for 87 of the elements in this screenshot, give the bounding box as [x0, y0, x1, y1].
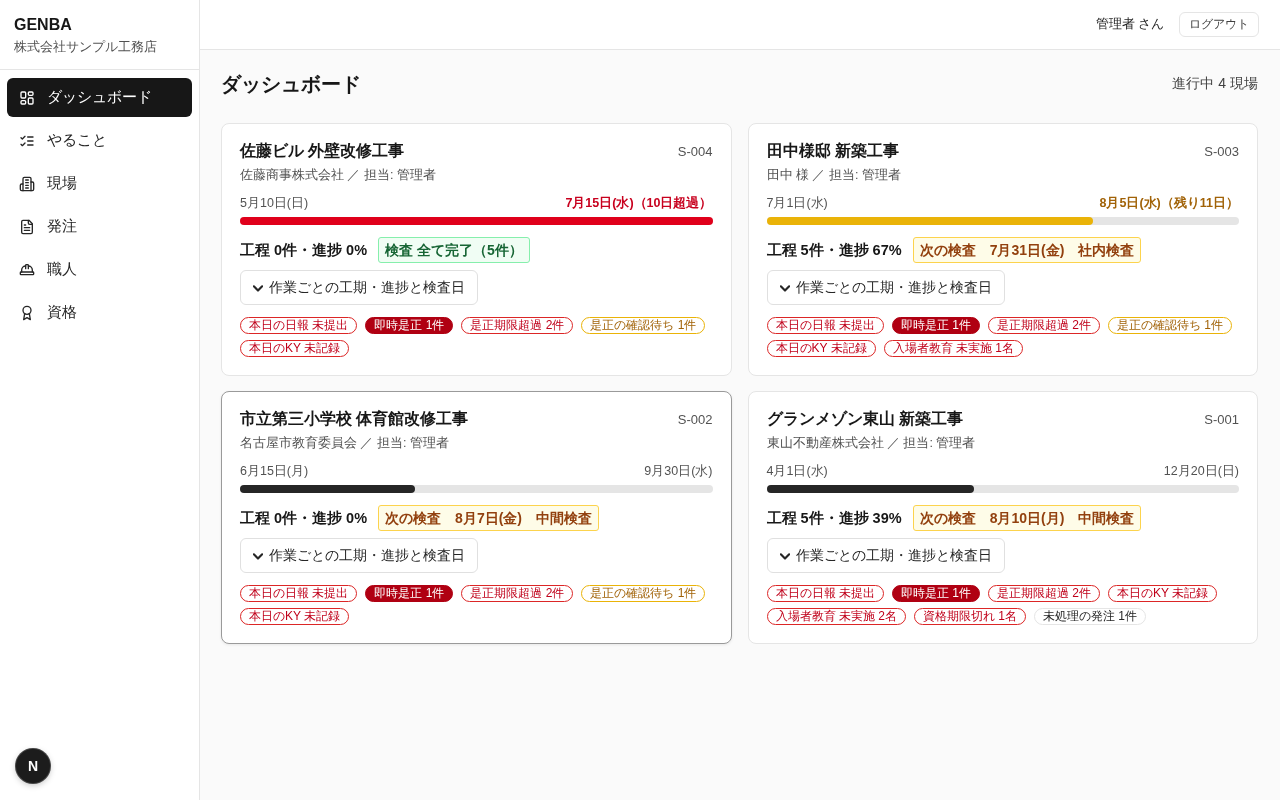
alert-tag: 是正期限超過 2件 [461, 317, 574, 334]
details-toggle[interactable]: 作業ごとの工期・進捗と検査日 [766, 270, 1005, 305]
client-line: 佐藤商事株式会社 ／ 担当: 管理者 [240, 167, 437, 184]
alert-tag: 是正の確認待ち 1件 [581, 317, 706, 334]
alert-tag: 是正の確認待ち 1件 [581, 585, 706, 602]
nav-label: ダッシュボード [47, 88, 152, 107]
alert-tag: 是正期限超過 2件 [987, 317, 1100, 334]
hard-hat-icon [19, 261, 35, 278]
alert-tag: 本日のKY 未記録 [240, 340, 350, 357]
alert-tag: 是正期限超過 2件 [987, 585, 1100, 602]
inspection-badge: 検査 全て完了（5件） [378, 237, 530, 263]
brand-name: GENBA [14, 15, 73, 35]
document-icon [19, 218, 35, 235]
nav-label: 現場 [47, 174, 77, 193]
alert-tag: 即時是正 1件 [891, 585, 980, 602]
alert-tag: 是正期限超過 2件 [461, 585, 574, 602]
nav-item[interactable]: 職人 [7, 250, 192, 289]
nav-item[interactable]: ダッシュボード [7, 78, 192, 117]
end-date: 12月20日(日) [1163, 463, 1239, 480]
alert-tag: 是正の確認待ち 1件 [1107, 317, 1232, 334]
progress-stats: 工程 0件・進捗 0% [240, 240, 368, 260]
user-name: 管理者 さん [1095, 16, 1164, 33]
start-date: 5月10日(日) [240, 195, 309, 212]
site-name: グランメゾン東山 新築工事 [766, 408, 963, 429]
alert-tag: 入場者教育 未実施 2名 [766, 608, 906, 625]
client-line: 名古屋市教育委員会 ／ 担当: 管理者 [240, 435, 450, 452]
site-code: S-004 [677, 143, 713, 159]
site-count: 進行中 4 現場 [1172, 75, 1258, 93]
building-icon [19, 175, 35, 192]
site-name: 田中様邸 新築工事 [766, 140, 899, 161]
alert-tag: 即時是正 1件 [365, 585, 454, 602]
nav-label: やること [47, 131, 107, 150]
alert-tag: 本日の日報 未提出 [766, 585, 884, 602]
nav-item[interactable]: 発注 [7, 207, 192, 246]
site-code: S-003 [1204, 143, 1239, 159]
chevron-down-icon [779, 282, 790, 293]
end-date: 7月15日(水)（10日超過） [565, 195, 713, 212]
alert-tag: 未処理の発注 1件 [1033, 608, 1146, 625]
page-title: ダッシュボード [221, 71, 361, 97]
details-toggle[interactable]: 作業ごとの工期・進捗と検査日 [766, 538, 1005, 573]
dashboard-icon [19, 89, 35, 106]
dev-indicator[interactable]: N [16, 749, 50, 783]
start-date: 7月1日(水) [766, 195, 828, 212]
site-card[interactable]: 市立第三小学校 体育館改修工事 S-002 名古屋市教育委員会 ／ 担当: 管理者 6月15日(月) 9月30日(水) 工程 0件・進捗 0% 次の検査 8月7日(金) 中間検査 作業ごとの工期・進捗と検査日 本日の日報 未提出 即時是正 1件 是正期限超過 2件 是正の確認待ち 1件 本日のKY 未記録 [221, 391, 732, 644]
alert-tag: 本日の日報 未提出 [766, 317, 884, 334]
alert-tag: 本日のKY 未記録 [1107, 585, 1217, 602]
site-card[interactable]: グランメゾン東山 新築工事 S-001 東山不動産株式会社 ／ 担当: 管理者 4月1日(水) 12月20日(日) 工程 5件・進捗 39% 次の検査 8月10日(月) 中間検査 作業ごとの工期・進捗と検査日 本日の日報 未提出 即時是正 1件 是正期限超過 2件 本日のKY 未記録 入場者教育 未実施 2名 資格期限切れ 1名 未処理の発注 1件 [747, 391, 1258, 644]
alert-tag: 本日の日報 未提出 [240, 317, 358, 334]
site-card[interactable]: 田中様邸 新築工事 S-003 田中 様 ／ 担当: 管理者 7月1日(水) 8月5日(水)（残り11日） 工程 5件・進捗 67% 次の検査 7月31日(金) 社内検査 作業ごとの工期・進捗と検査日 本日の日報 未提出 即時是正 1件 是正期限超過 2件 是正の確認待ち 1件 本日のKY 未記録 入場者教育 未実施 1名 [747, 123, 1258, 376]
inspection-badge: 次の検査 8月10日(月) 中間検査 [912, 505, 1142, 531]
alert-tag: 本日のKY 未記録 [766, 340, 876, 357]
nav-label: 発注 [47, 217, 77, 236]
company-name: 株式会社サンプル工務店 [14, 39, 158, 55]
progress-stats: 工程 5件・進捗 67% [766, 240, 902, 260]
alert-tag: 入場者教育 未実施 1名 [883, 340, 1023, 357]
logout-button[interactable]: ログアウト [1179, 12, 1259, 37]
nav-item[interactable]: やること [7, 121, 192, 160]
alert-tag: 即時是正 1件 [365, 317, 454, 334]
chevron-down-icon [779, 550, 790, 561]
progress-stats: 工程 0件・進捗 0% [240, 508, 368, 528]
alert-tag: 本日の日報 未提出 [240, 585, 358, 602]
alert-tag: 本日のKY 未記録 [240, 608, 350, 625]
inspection-badge: 次の検査 7月31日(金) 社内検査 [912, 237, 1142, 263]
client-line: 東山不動産株式会社 ／ 担当: 管理者 [766, 435, 977, 452]
site-code: S-001 [1204, 411, 1239, 427]
progress-stats: 工程 5件・進捗 39% [766, 508, 902, 528]
inspection-badge: 次の検査 8月7日(金) 中間検査 [378, 505, 599, 531]
end-date: 8月5日(水)（残り11日） [1099, 195, 1239, 212]
start-date: 6月15日(月) [240, 463, 309, 480]
chevron-down-icon [253, 550, 263, 561]
site-code: S-002 [677, 411, 713, 427]
nav-item[interactable]: 現場 [7, 164, 192, 203]
client-line: 田中 様 ／ 担当: 管理者 [766, 167, 902, 184]
details-toggle[interactable]: 作業ごとの工期・進捗と検査日 [240, 270, 478, 305]
nav-label: 資格 [47, 303, 77, 322]
details-toggle[interactable]: 作業ごとの工期・進捗と検査日 [240, 538, 478, 573]
site-name: 佐藤ビル 外壁改修工事 [240, 140, 405, 161]
site-name: 市立第三小学校 体育館改修工事 [240, 408, 469, 429]
start-date: 4月1日(水) [766, 463, 828, 480]
chevron-down-icon [253, 282, 263, 293]
alert-tag: 即時是正 1件 [891, 317, 980, 334]
alert-tag: 資格期限切れ 1名 [913, 608, 1026, 625]
end-date: 9月30日(水) [644, 463, 713, 480]
nav-item[interactable]: 資格 [7, 293, 192, 332]
award-icon [19, 304, 35, 321]
site-card[interactable]: 佐藤ビル 外壁改修工事 S-004 佐藤商事株式会社 ／ 担当: 管理者 5月10日(日) 7月15日(水)（10日超過） 工程 0件・進捗 0% 検査 全て完了（5件） 作業ごとの工期・進捗と検査日 本日の日報 未提出 即時是正 1件 是正期限超過 2件 是正の確認待ち 1件 本日のKY 未記録 [221, 123, 732, 376]
nav-label: 職人 [47, 260, 77, 279]
